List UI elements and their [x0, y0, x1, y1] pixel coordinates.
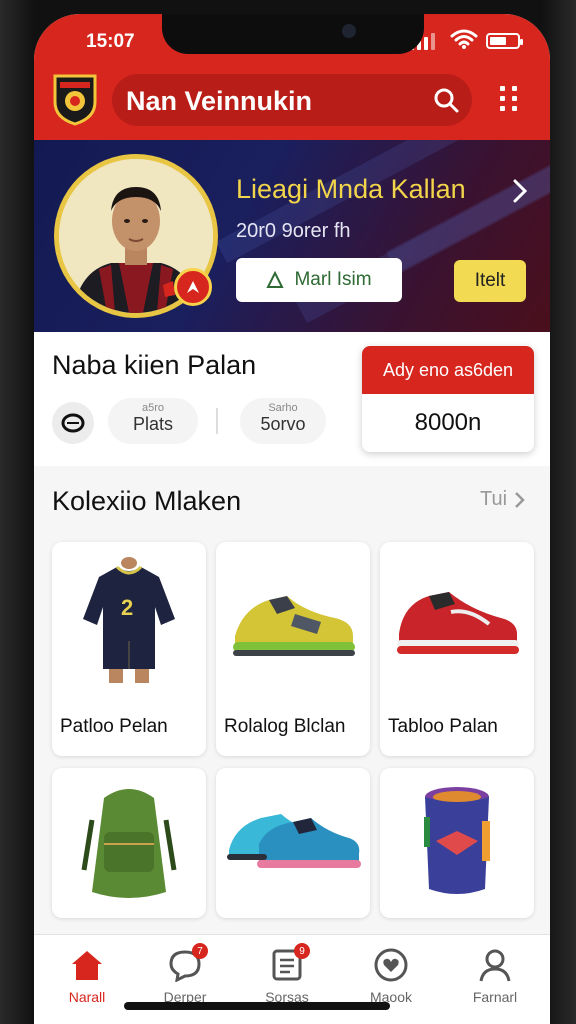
stat-plays[interactable]: a5ro Plats	[108, 398, 198, 444]
shoe-icon	[216, 542, 370, 704]
tab-profile-label: Farnarl	[472, 989, 518, 1005]
stat-score-value: 5orvo	[260, 414, 306, 434]
player-banner[interactable]: Lieagi Mnda Kallan 20r0 9orer fh Marl Is…	[34, 140, 550, 332]
points-card[interactable]: Ady eno as6den 8000n	[362, 346, 534, 452]
search-bar[interactable]: Nan Veinnukin	[112, 74, 472, 126]
grid-menu-icon[interactable]	[498, 84, 520, 114]
product-card[interactable]: Tabloo Palan	[380, 542, 534, 756]
bottom-tab-bar: Narall 7 Derper 9 Sorsas Maook Farnarl	[34, 934, 550, 1024]
stat-divider	[216, 408, 218, 434]
player-name: Lieagi Mnda Kallan	[236, 174, 466, 204]
camera-icon	[342, 24, 356, 38]
points-card-value: 8000n	[414, 409, 482, 436]
product-card[interactable]	[380, 768, 534, 918]
detail-button[interactable]: Itelt	[454, 260, 526, 302]
product-card[interactable]	[52, 768, 206, 918]
follow-button[interactable]: Marl Isim	[236, 258, 402, 302]
wifi-icon	[450, 29, 478, 49]
stat-plays-caption: a5ro	[141, 402, 165, 414]
message-icon[interactable]	[52, 402, 94, 444]
club-logo-icon[interactable]	[52, 72, 98, 126]
chevron-right-icon	[515, 491, 525, 508]
product-label: Rolalog Blclan	[224, 716, 346, 737]
stat-score[interactable]: Sarho 5orvo	[240, 398, 326, 444]
product-card[interactable]	[216, 768, 370, 918]
app-header: Nan Veinnukin	[34, 60, 550, 140]
chat-icon: 7	[140, 943, 230, 985]
tab-home-label: Narall	[68, 989, 106, 1005]
see-all-label: Tui	[480, 488, 508, 510]
list-icon: 9	[242, 943, 332, 985]
see-all-link[interactable]: Tui	[480, 488, 525, 511]
shoe-icon	[216, 768, 370, 918]
collection-section: Kolexiio Mlaken Tui 2 Patloo Pelan Rolal…	[34, 466, 550, 946]
backpack-icon	[52, 768, 206, 918]
notch	[162, 14, 424, 54]
tab-home[interactable]: Narall	[42, 945, 132, 1005]
home-indicator	[124, 1002, 390, 1010]
profile-section: Naba kiien Palan a5ro Plats Sarho 5orvo …	[34, 332, 550, 466]
svg-text:2: 2	[121, 595, 133, 620]
chevron-right-icon[interactable]	[510, 178, 530, 204]
player-subtitle: 20r0 9orer fh	[236, 220, 351, 242]
product-card[interactable]: 2 Patloo Pelan	[52, 542, 206, 756]
product-label: Patloo Pelan	[60, 716, 168, 737]
tab-orders-badge: 9	[294, 943, 310, 959]
follow-button-label: Marl Isim	[294, 269, 372, 290]
shoe-icon	[380, 542, 534, 704]
tab-messages-badge: 7	[192, 943, 208, 959]
jersey-icon: 2	[52, 542, 206, 704]
tab-orders[interactable]: 9 Sorsas	[242, 943, 332, 1005]
profile-title: Naba kiien Palan	[52, 350, 257, 380]
tab-messages[interactable]: 7 Derper	[140, 943, 230, 1005]
heart-icon	[346, 945, 436, 985]
phone-frame: 15:07 Nan Veinnukin Lieagi Mnda Kallan 2…	[0, 0, 576, 1024]
user-icon	[450, 945, 540, 985]
stat-plays-value: Plats	[132, 414, 174, 434]
app-title: Nan Veinnukin	[126, 86, 313, 116]
battery-icon	[486, 33, 523, 49]
edit-badge-icon[interactable]	[174, 268, 212, 306]
home-icon	[42, 945, 132, 985]
product-label: Tabloo Palan	[388, 716, 498, 737]
search-icon[interactable]	[432, 86, 460, 114]
bag-icon	[380, 768, 534, 918]
triangle-icon	[266, 271, 285, 288]
status-time: 15:07	[86, 31, 135, 52]
product-card[interactable]: Rolalog Blclan	[216, 542, 370, 756]
collection-title: Kolexiio Mlaken	[52, 486, 242, 516]
app-screen: 15:07 Nan Veinnukin Lieagi Mnda Kallan 2…	[34, 14, 550, 1024]
tab-favorites[interactable]: Maook	[346, 945, 436, 1005]
tab-profile[interactable]: Farnarl	[450, 945, 540, 1005]
stat-score-caption: Sarho	[268, 402, 298, 414]
points-card-title: Ady eno as6den	[362, 346, 534, 394]
